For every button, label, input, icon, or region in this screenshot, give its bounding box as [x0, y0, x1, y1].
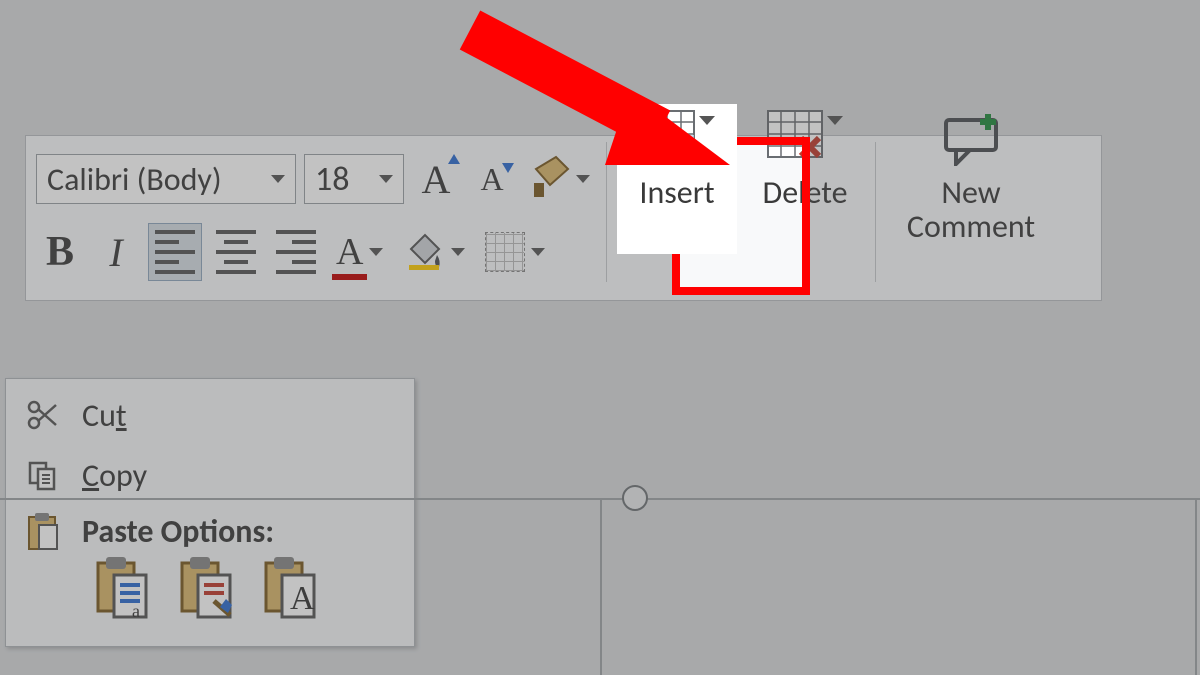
- grow-font-button[interactable]: A: [412, 150, 460, 208]
- separator: [875, 142, 876, 282]
- chevron-down-icon: [379, 175, 393, 183]
- borders-button[interactable]: [479, 223, 551, 281]
- font-size-value: 18: [315, 159, 349, 200]
- table-column-divider: [600, 500, 602, 675]
- table-move-handle[interactable]: [622, 485, 648, 511]
- format-painter-icon: [530, 155, 570, 204]
- new-comment-label: NewComment: [907, 176, 1035, 243]
- delete-label: Delete: [763, 176, 848, 210]
- delete-button[interactable]: Delete: [745, 104, 865, 254]
- new-comment-button[interactable]: NewComment: [886, 104, 1056, 254]
- font-color-icon: A: [336, 230, 363, 274]
- align-center-button[interactable]: [210, 223, 262, 281]
- document-table[interactable]: [0, 498, 1200, 675]
- scissors-icon: [24, 399, 60, 431]
- format-painter-button[interactable]: [524, 150, 596, 208]
- font-name-value: Calibri (Body): [47, 160, 222, 199]
- table-column-divider: [1195, 500, 1197, 675]
- chevron-down-icon: [827, 116, 843, 125]
- menu-label: Copy: [82, 456, 147, 495]
- chevron-down-icon: [271, 175, 285, 183]
- delete-table-icon: [767, 110, 823, 158]
- bold-button[interactable]: B: [36, 223, 84, 281]
- align-left-button[interactable]: [148, 223, 202, 281]
- borders-icon: [485, 232, 525, 272]
- align-left-icon: [155, 230, 195, 274]
- font-size-select[interactable]: 18: [304, 154, 404, 204]
- align-center-icon: [216, 230, 256, 274]
- font-name-select[interactable]: Calibri (Body): [36, 154, 296, 204]
- copy-icon: [24, 459, 60, 491]
- chevron-down-icon: [576, 175, 590, 183]
- bold-icon: B: [46, 228, 74, 276]
- shrink-font-button[interactable]: A: [468, 150, 516, 208]
- insert-label: Insert: [639, 176, 714, 210]
- chevron-down-icon: [699, 116, 715, 125]
- font-color-button[interactable]: A: [330, 223, 389, 281]
- insert-table-icon: [639, 110, 695, 158]
- new-comment-icon: [938, 110, 1004, 171]
- italic-button[interactable]: I: [92, 223, 140, 281]
- highlight-button[interactable]: [397, 223, 471, 281]
- insert-button[interactable]: Insert: [617, 104, 737, 254]
- menu-label: Cut: [82, 396, 127, 435]
- menu-item-copy[interactable]: Copy: [6, 445, 414, 505]
- shrink-font-icon: A: [480, 161, 503, 198]
- align-right-icon: [276, 230, 316, 274]
- menu-item-cut[interactable]: Cut: [6, 385, 414, 445]
- chevron-down-icon: [369, 248, 383, 256]
- paint-bucket-icon: [403, 229, 445, 276]
- chevron-down-icon: [451, 248, 465, 256]
- grow-font-icon: A: [422, 156, 451, 203]
- chevron-down-icon: [531, 248, 545, 256]
- align-right-button[interactable]: [270, 223, 322, 281]
- mini-toolbar: Calibri (Body) 18 A A: [25, 135, 1102, 301]
- italic-icon: I: [109, 229, 122, 276]
- separator: [606, 142, 607, 282]
